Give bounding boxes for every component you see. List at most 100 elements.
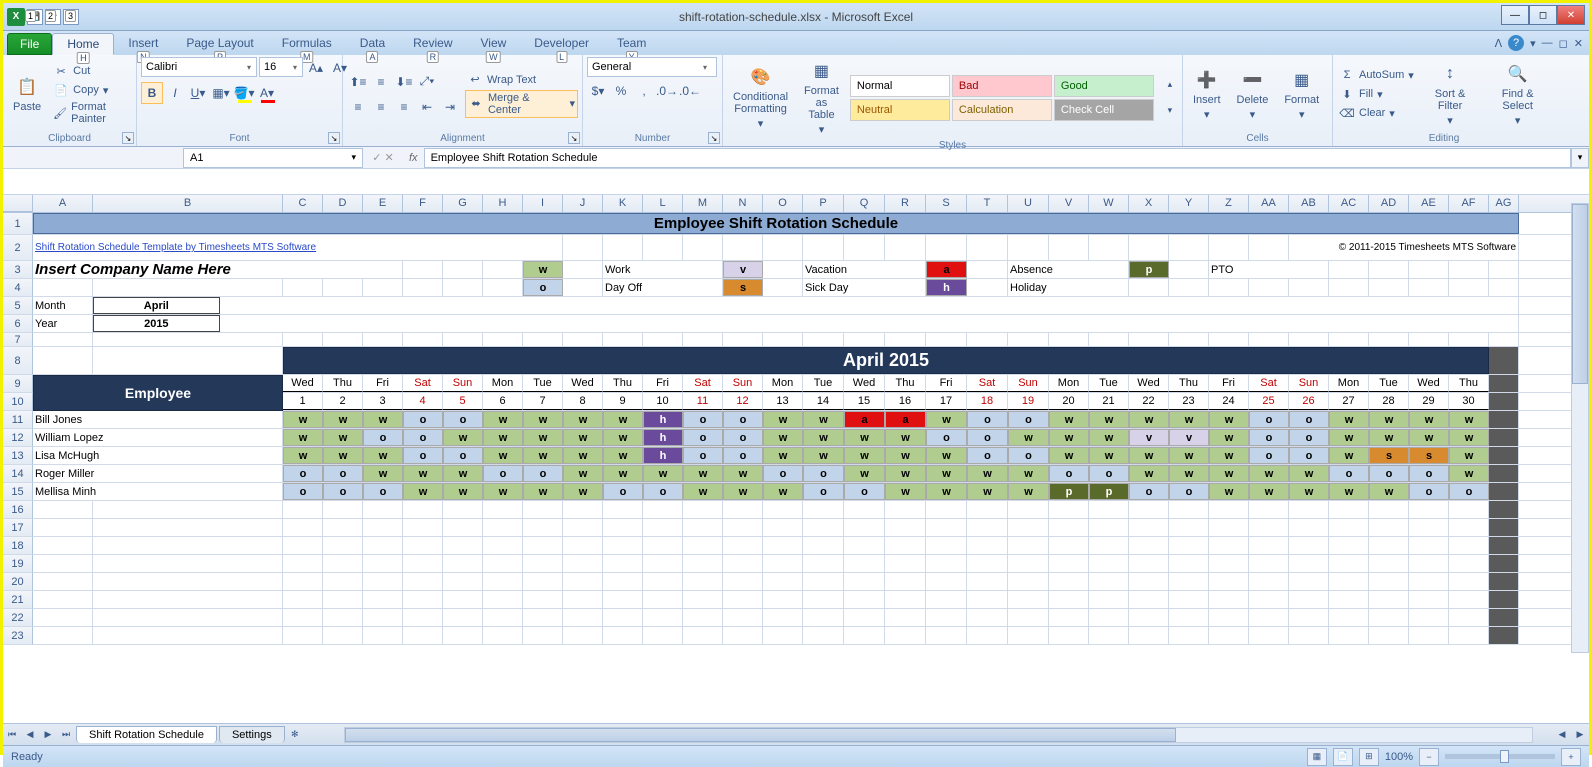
- clear-button[interactable]: ⌫Clear ▾: [1337, 104, 1416, 122]
- column-header[interactable]: AC: [1329, 195, 1369, 212]
- schedule-cell[interactable]: o: [643, 483, 683, 500]
- schedule-cell[interactable]: p: [1089, 483, 1129, 500]
- row-header[interactable]: 12: [3, 429, 33, 447]
- row-header[interactable]: 10: [3, 393, 33, 411]
- schedule-cell[interactable]: w: [1008, 465, 1049, 482]
- schedule-cell[interactable]: o: [1049, 465, 1089, 482]
- schedule-cell[interactable]: w: [926, 411, 967, 428]
- row-header[interactable]: 3: [3, 261, 33, 279]
- schedule-cell[interactable]: w: [403, 483, 443, 500]
- row-header[interactable]: 13: [3, 447, 33, 465]
- employee-name[interactable]: Roger Miller: [33, 465, 283, 482]
- grow-font-button[interactable]: A▴: [305, 57, 327, 79]
- column-header[interactable]: I: [523, 195, 563, 212]
- style-calculation[interactable]: Calculation: [952, 99, 1052, 121]
- format-painter-button[interactable]: 🖌Format Painter: [51, 100, 132, 126]
- dialog-launcher[interactable]: ↘: [122, 132, 134, 144]
- schedule-cell[interactable]: w: [967, 465, 1008, 482]
- schedule-cell[interactable]: o: [1329, 465, 1369, 482]
- schedule-cell[interactable]: w: [1249, 465, 1289, 482]
- column-header[interactable]: E: [363, 195, 403, 212]
- schedule-cell[interactable]: w: [763, 429, 803, 446]
- schedule-cell[interactable]: w: [363, 465, 403, 482]
- schedule-cell[interactable]: w: [443, 465, 483, 482]
- schedule-cell[interactable]: v: [1129, 429, 1169, 446]
- schedule-cell[interactable]: p: [1049, 483, 1089, 500]
- schedule-cell[interactable]: a: [885, 411, 926, 428]
- number-format-combo[interactable]: ▾: [587, 57, 717, 77]
- underline-button[interactable]: U▾: [187, 82, 209, 104]
- employee-name[interactable]: William Lopez: [33, 429, 283, 446]
- row-header[interactable]: 15: [3, 483, 33, 501]
- row-header[interactable]: 8: [3, 347, 33, 375]
- schedule-cell[interactable]: o: [1249, 447, 1289, 464]
- schedule-cell[interactable]: w: [763, 411, 803, 428]
- column-header[interactable]: K: [603, 195, 643, 212]
- schedule-cell[interactable]: o: [283, 465, 323, 482]
- tab-nav-last[interactable]: ⏭: [57, 726, 75, 744]
- align-top-button[interactable]: ⬆≡: [347, 71, 369, 93]
- tab-nav-first[interactable]: ⏮: [3, 726, 21, 744]
- schedule-cell[interactable]: o: [403, 429, 443, 446]
- schedule-cell[interactable]: o: [1249, 429, 1289, 446]
- column-header[interactable]: J: [563, 195, 603, 212]
- wrap-text-button[interactable]: ↩Wrap Text: [465, 71, 578, 89]
- schedule-cell[interactable]: w: [763, 483, 803, 500]
- row-header[interactable]: 14: [3, 465, 33, 483]
- schedule-cell[interactable]: o: [443, 447, 483, 464]
- hscroll-left[interactable]: ◀: [1553, 726, 1571, 744]
- ribbon-tab-formulas[interactable]: FormulasM: [268, 33, 346, 55]
- schedule-cell[interactable]: w: [1169, 465, 1209, 482]
- ribbon-tab-team[interactable]: TeamY: [603, 33, 660, 55]
- schedule-cell[interactable]: o: [967, 411, 1008, 428]
- schedule-cell[interactable]: o: [443, 411, 483, 428]
- column-header[interactable]: O: [763, 195, 803, 212]
- name-box[interactable]: A1▾: [183, 148, 363, 168]
- schedule-cell[interactable]: w: [1449, 429, 1489, 446]
- schedule-cell[interactable]: w: [1169, 447, 1209, 464]
- schedule-cell[interactable]: o: [1008, 411, 1049, 428]
- schedule-cell[interactable]: o: [1409, 465, 1449, 482]
- bold-button[interactable]: B: [141, 82, 163, 104]
- schedule-cell[interactable]: o: [683, 411, 723, 428]
- schedule-cell[interactable]: o: [483, 465, 523, 482]
- schedule-cell[interactable]: h: [643, 411, 683, 428]
- column-header[interactable]: AF: [1449, 195, 1489, 212]
- schedule-cell[interactable]: w: [885, 447, 926, 464]
- schedule-cell[interactable]: o: [523, 465, 563, 482]
- schedule-cell[interactable]: w: [1289, 483, 1329, 500]
- schedule-cell[interactable]: w: [1049, 411, 1089, 428]
- schedule-cell[interactable]: w: [1089, 447, 1129, 464]
- schedule-cell[interactable]: w: [1249, 483, 1289, 500]
- schedule-cell[interactable]: w: [563, 447, 603, 464]
- schedule-cell[interactable]: o: [683, 429, 723, 446]
- ribbon-options-icon[interactable]: ▾: [1530, 37, 1536, 50]
- schedule-cell[interactable]: o: [403, 411, 443, 428]
- dialog-launcher[interactable]: ↘: [708, 132, 720, 144]
- schedule-cell[interactable]: w: [643, 465, 683, 482]
- schedule-cell[interactable]: w: [363, 411, 403, 428]
- schedule-cell[interactable]: w: [723, 465, 763, 482]
- column-header[interactable]: Y: [1169, 195, 1209, 212]
- conditional-formatting-button[interactable]: 🎨Conditional Formatting▾: [727, 63, 794, 132]
- ribbon-tab-home[interactable]: HomeH: [52, 33, 114, 55]
- column-header[interactable]: D: [323, 195, 363, 212]
- schedule-cell[interactable]: s: [1369, 447, 1409, 464]
- mdi-restore-icon[interactable]: ◻: [1559, 37, 1568, 50]
- copy-button[interactable]: 📄Copy ▾: [51, 81, 132, 99]
- schedule-cell[interactable]: w: [885, 465, 926, 482]
- schedule-cell[interactable]: o: [1008, 447, 1049, 464]
- schedule-cell[interactable]: o: [1169, 483, 1209, 500]
- style-bad[interactable]: Bad: [952, 75, 1052, 97]
- company-name[interactable]: Insert Company Name Here: [33, 261, 403, 278]
- schedule-cell[interactable]: w: [1449, 465, 1489, 482]
- schedule-cell[interactable]: w: [683, 465, 723, 482]
- row-header[interactable]: 23: [3, 627, 33, 645]
- spreadsheet-grid[interactable]: ABCDEFGHIJKLMNOPQRSTUVWXYZAAABACADAEAFAG…: [3, 195, 1589, 723]
- schedule-cell[interactable]: w: [603, 429, 643, 446]
- font-color-button[interactable]: A▾: [256, 82, 278, 104]
- schedule-cell[interactable]: o: [1249, 411, 1289, 428]
- schedule-cell[interactable]: w: [885, 483, 926, 500]
- schedule-cell[interactable]: o: [723, 429, 763, 446]
- schedule-cell[interactable]: w: [967, 483, 1008, 500]
